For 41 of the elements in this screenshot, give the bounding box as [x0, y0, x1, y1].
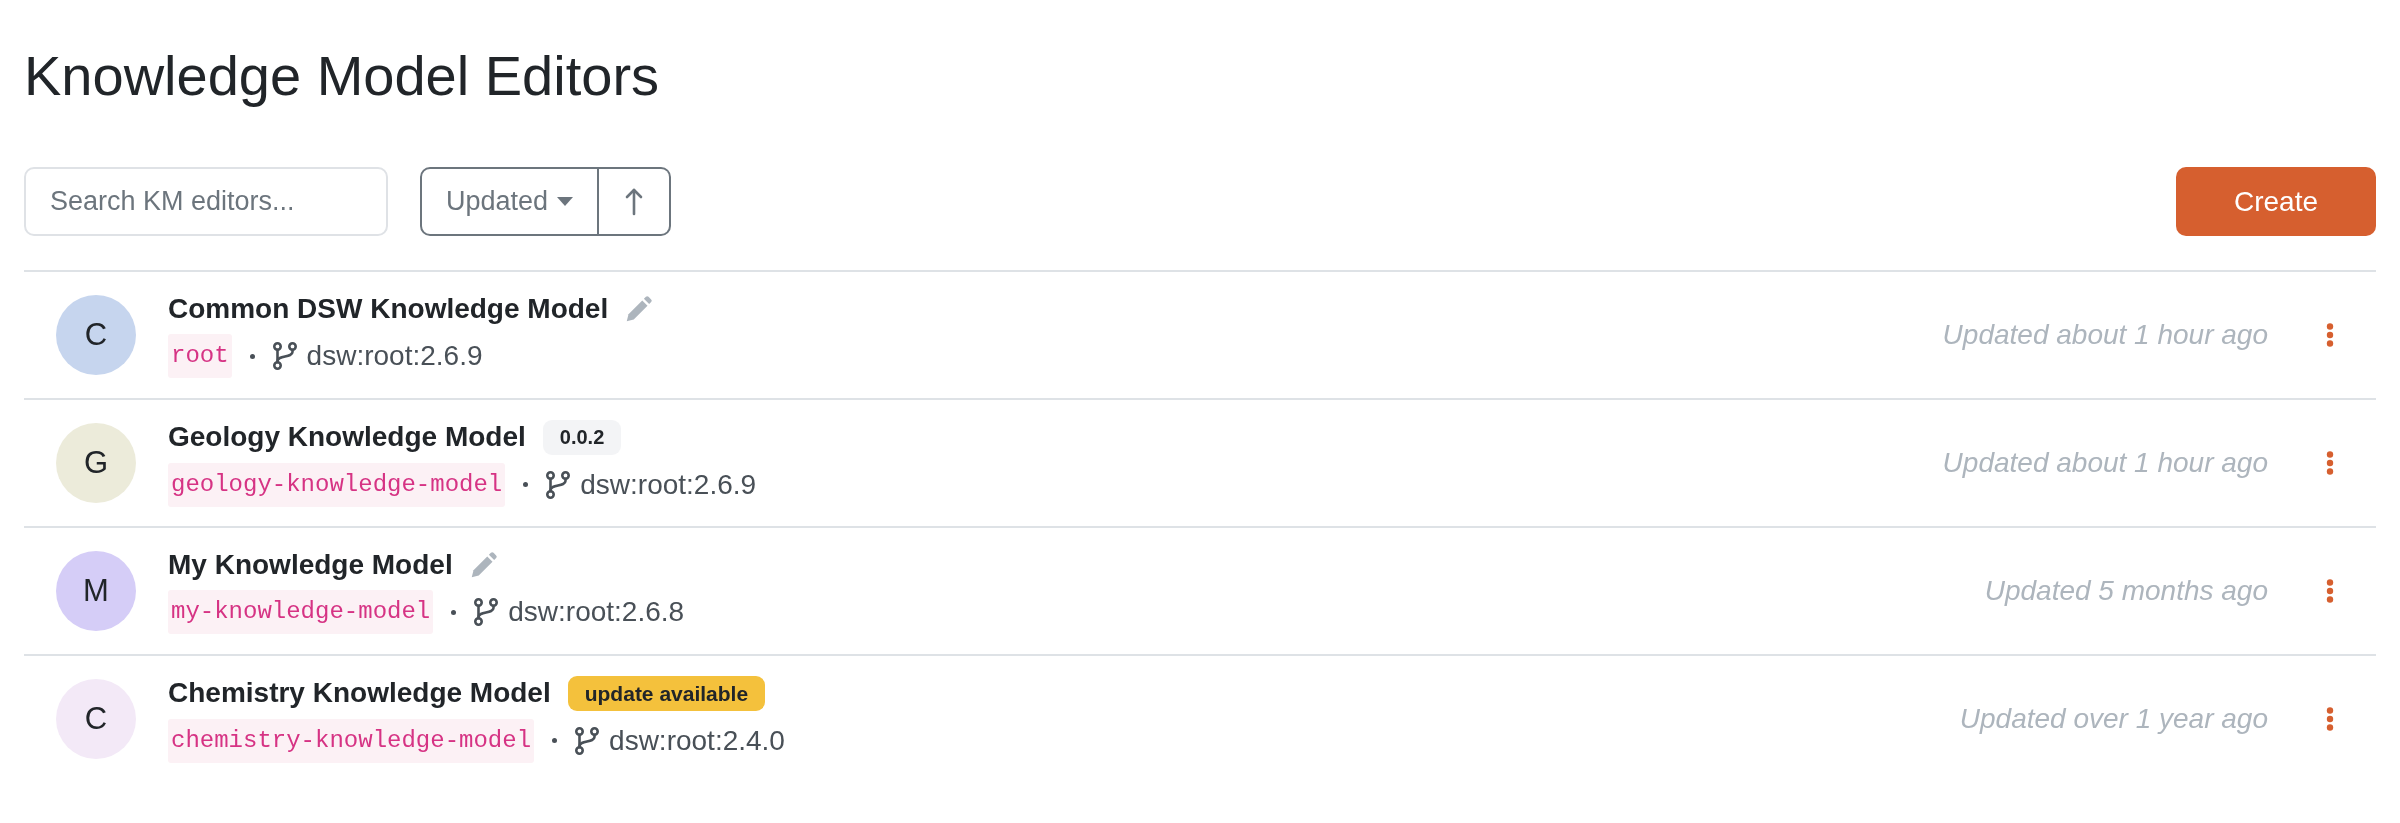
sort-direction-button[interactable] — [599, 167, 672, 237]
branch-icon — [545, 470, 572, 499]
parent-package-id: dsw:root:2.4.0 — [609, 723, 785, 758]
km-id-code: geology-knowledge-model — [168, 462, 506, 507]
separator-dot-icon — [523, 482, 529, 488]
updated-time: Updated about 1 hour ago — [1942, 447, 2268, 480]
avatar: C — [56, 295, 136, 376]
vertical-dots-icon — [2326, 323, 2334, 348]
separator-dot-icon — [451, 609, 457, 615]
km-id-code: my-knowledge-model — [168, 590, 434, 635]
version-badge: 0.0.2 — [542, 419, 622, 455]
create-button[interactable]: Create — [2176, 167, 2376, 237]
editor-name-link[interactable]: My Knowledge Model — [168, 548, 453, 583]
branch-icon — [473, 598, 500, 627]
arrow-up-icon — [625, 187, 644, 216]
km-id-code: chemistry-knowledge-model — [168, 718, 535, 763]
separator-dot-icon — [249, 353, 255, 359]
vertical-dots-icon — [2326, 707, 2334, 732]
updated-time: Updated about 1 hour ago — [1942, 319, 2268, 352]
editor-name-link[interactable]: Geology Knowledge Model — [168, 420, 526, 455]
avatar: M — [56, 551, 136, 632]
caret-icon — [557, 197, 574, 207]
branch-icon — [574, 726, 601, 755]
branch-icon — [271, 342, 298, 371]
editor-name-link[interactable]: Common DSW Knowledge Model — [168, 292, 609, 327]
vertical-dots-icon — [2326, 451, 2334, 476]
separator-dot-icon — [552, 738, 558, 744]
sort-field-dropdown[interactable]: Updated — [420, 167, 600, 237]
vertical-dots-icon — [2326, 579, 2334, 604]
update-badge: update available — [567, 675, 766, 711]
parent-package-id: dsw:root:2.6.9 — [580, 467, 757, 502]
updated-time: Updated 5 months ago — [1984, 575, 2268, 608]
editor-name-link[interactable]: Chemistry Knowledge Model — [168, 676, 551, 711]
updated-time: Updated over 1 year ago — [1959, 703, 2268, 736]
page-title: Knowledge Model Editors — [24, 43, 660, 109]
search-field[interactable]: Search KM editors... — [24, 167, 388, 237]
avatar: C — [56, 679, 136, 760]
km-id-code: root — [168, 334, 232, 379]
parent-package-id: dsw:root:2.6.8 — [508, 595, 685, 630]
avatar: G — [56, 423, 136, 504]
parent-package-id: dsw:root:2.6.9 — [306, 339, 483, 374]
